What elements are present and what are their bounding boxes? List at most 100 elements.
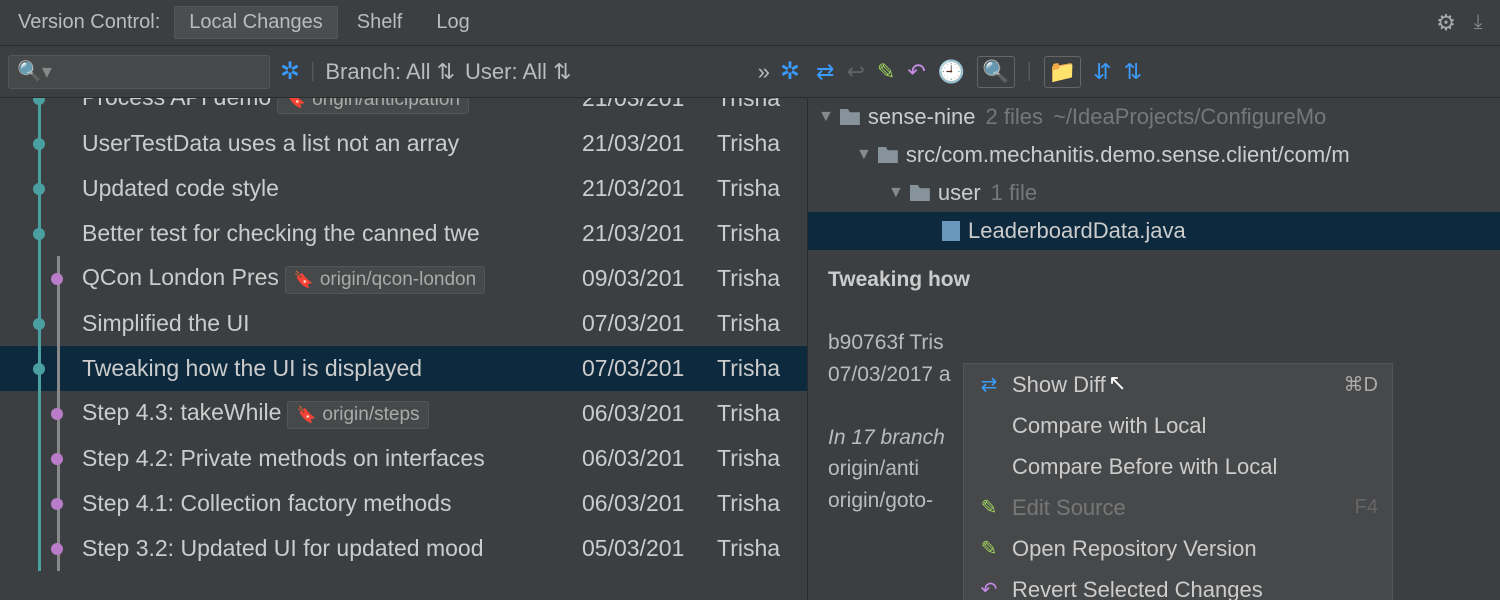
commit-row[interactable]: Updated code style21/03/201Trisha xyxy=(0,166,807,211)
commit-author: Trisha xyxy=(717,445,807,472)
commit-row[interactable]: Simplified the UI07/03/201Trisha xyxy=(0,301,807,346)
commit-author: Trisha xyxy=(717,490,807,517)
more-filters[interactable]: » xyxy=(758,59,770,85)
tree-file[interactable]: LeaderboardData.java xyxy=(808,212,1500,250)
filter-gear-icon[interactable]: ✲ xyxy=(280,57,300,86)
chevron-down-icon: ▼ xyxy=(856,146,872,164)
arrow-in-icon: ⇄ xyxy=(978,372,1000,397)
undo-icon[interactable]: ↶ xyxy=(907,59,925,85)
folder-icon xyxy=(878,147,898,163)
commit-message: Process API demo🔖origin/anticipation xyxy=(82,98,582,114)
menu-item-label: Show Diff xyxy=(1012,372,1106,398)
commit-message: UserTestData uses a list not an array xyxy=(82,130,582,157)
search-input[interactable]: 🔍▾ xyxy=(8,55,270,89)
commit-message: Simplified the UI xyxy=(82,310,582,337)
commit-author: Trisha xyxy=(717,220,807,247)
menu-item-label: Edit Source xyxy=(1012,495,1126,521)
commit-message: Step 4.2: Private methods on interfaces xyxy=(82,445,582,472)
commit-author: Trisha xyxy=(717,175,807,202)
commit-author: Trisha xyxy=(717,130,807,157)
commit-date: 21/03/201 xyxy=(582,175,717,202)
commit-row[interactable]: Process API demo🔖origin/anticipation21/0… xyxy=(0,98,807,121)
pencil-icon: ✎ xyxy=(978,495,1000,520)
revert-icon[interactable]: ↩ xyxy=(846,59,864,85)
commit-row[interactable]: Step 3.2: Updated UI for updated mood05/… xyxy=(0,526,807,571)
tab-local-changes[interactable]: Local Changes xyxy=(174,6,337,39)
commit-author: Trisha xyxy=(717,535,807,562)
detail-hash: b90763f Tris xyxy=(828,327,1480,359)
branch-tag: 🔖origin/qcon-london xyxy=(285,266,485,294)
tab-bar: Version Control: Local Changes Shelf Log… xyxy=(0,0,1500,46)
commit-row[interactable]: Step 4.3: takeWhile🔖origin/steps06/03/20… xyxy=(0,391,807,436)
tree-pkg[interactable]: ▼ src/com.mechanitis.demo.sense.client/c… xyxy=(808,136,1500,174)
panel-label: Version Control: xyxy=(8,11,170,34)
collapse-icon[interactable]: ⇅ xyxy=(1124,59,1142,85)
search-icon: 🔍▾ xyxy=(17,59,52,84)
tab-shelf[interactable]: Shelf xyxy=(342,6,418,39)
branch-tag: 🔖origin/steps xyxy=(287,401,428,429)
commit-date: 07/03/201 xyxy=(582,355,717,382)
user-filter[interactable]: User: All ⇅ xyxy=(465,59,571,85)
diff-icon[interactable]: ⇄ xyxy=(816,59,834,85)
group-icon[interactable]: 📁 xyxy=(1044,56,1081,88)
commit-date: 21/03/201 xyxy=(582,98,717,112)
folder-icon xyxy=(840,109,860,125)
commit-date: 07/03/201 xyxy=(582,310,717,337)
menu-item[interactable]: ✎ Open Repository Version xyxy=(964,528,1392,569)
commit-message: Updated code style xyxy=(82,175,582,202)
commit-message: Step 4.3: takeWhile🔖origin/steps xyxy=(82,399,582,429)
commit-row[interactable]: Step 4.1: Collection factory methods06/0… xyxy=(0,481,807,526)
menu-item[interactable]: ⇄ Show Diff ⌘D xyxy=(964,364,1392,405)
tree-root[interactable]: ▼ sense-nine 2 files ~/IdeaProjects/Conf… xyxy=(808,98,1500,136)
pencil-icon: ✎ xyxy=(978,536,1000,561)
tab-log[interactable]: Log xyxy=(421,6,484,39)
commit-row[interactable]: Better test for checking the canned twe2… xyxy=(0,211,807,256)
chevron-down-icon: ▼ xyxy=(888,184,904,202)
commit-row[interactable]: UserTestData uses a list not an array21/… xyxy=(0,121,807,166)
branch-filter[interactable]: Branch: All ⇅ xyxy=(325,59,455,85)
menu-shortcut: ⌘D xyxy=(1344,372,1378,397)
commit-author: Trisha xyxy=(717,310,807,337)
menu-item-label: Revert Selected Changes xyxy=(1012,577,1263,600)
commit-date: 05/03/201 xyxy=(582,535,717,562)
commit-author: Trisha xyxy=(717,98,807,112)
detail-pane: ▼ sense-nine 2 files ~/IdeaProjects/Conf… xyxy=(808,98,1500,600)
commit-message: Step 4.1: Collection factory methods xyxy=(82,490,582,517)
commit-message: Better test for checking the canned twe xyxy=(82,220,582,247)
context-menu: ⇄ Show Diff ⌘D Compare with Local Compare Be… xyxy=(963,363,1393,600)
menu-item[interactable]: Compare Before with Local xyxy=(964,446,1392,487)
preview-icon[interactable]: 🔍 xyxy=(977,56,1014,88)
edit-icon[interactable]: ✎ xyxy=(877,59,895,85)
menu-item: ✎ Edit Source F4 xyxy=(964,487,1392,528)
commit-row[interactable]: Tweaking how the UI is displayed07/03/20… xyxy=(0,346,807,391)
commit-date: 06/03/201 xyxy=(582,490,717,517)
menu-shortcut: F4 xyxy=(1355,496,1378,519)
history-icon[interactable]: 🕘 xyxy=(938,59,965,85)
java-file-icon xyxy=(942,221,960,241)
folder-icon xyxy=(910,185,930,201)
commit-message: Tweaking how the UI is displayed xyxy=(82,355,582,382)
commit-author: Trisha xyxy=(717,265,807,292)
commit-row[interactable]: Step 4.2: Private methods on interfaces0… xyxy=(0,436,807,481)
gear-icon[interactable]: ⚙ xyxy=(1432,9,1460,37)
commit-date: 06/03/201 xyxy=(582,445,717,472)
detail-title: Tweaking how xyxy=(828,264,1480,296)
menu-item-label: Compare Before with Local xyxy=(1012,454,1277,480)
filter-gear2-icon[interactable]: ✲ xyxy=(780,57,800,86)
menu-item[interactable]: ↶ Revert Selected Changes xyxy=(964,569,1392,600)
chevron-down-icon: ▼ xyxy=(818,108,834,126)
undo-icon: ↶ xyxy=(978,577,1000,600)
commit-author: Trisha xyxy=(717,355,807,382)
commit-date: 21/03/201 xyxy=(582,220,717,247)
menu-item-label: Open Repository Version xyxy=(1012,536,1257,562)
commit-row[interactable]: QCon London Pres🔖origin/qcon-london09/03… xyxy=(0,256,807,301)
expand-icon[interactable]: ⇵ xyxy=(1093,59,1111,85)
filter-toolbar: 🔍▾ ✲ | Branch: All ⇅ User: All ⇅ » ✲ ⇄ ↩… xyxy=(0,46,1500,98)
commit-date: 09/03/201 xyxy=(582,265,717,292)
menu-item[interactable]: Compare with Local xyxy=(964,405,1392,446)
commit-date: 06/03/201 xyxy=(582,400,717,427)
download-icon[interactable]: ⤓ xyxy=(1464,9,1492,37)
commit-date: 21/03/201 xyxy=(582,130,717,157)
commit-log: Process API demo🔖origin/anticipation21/0… xyxy=(0,98,808,600)
tree-dir[interactable]: ▼ user 1 file xyxy=(808,174,1500,212)
